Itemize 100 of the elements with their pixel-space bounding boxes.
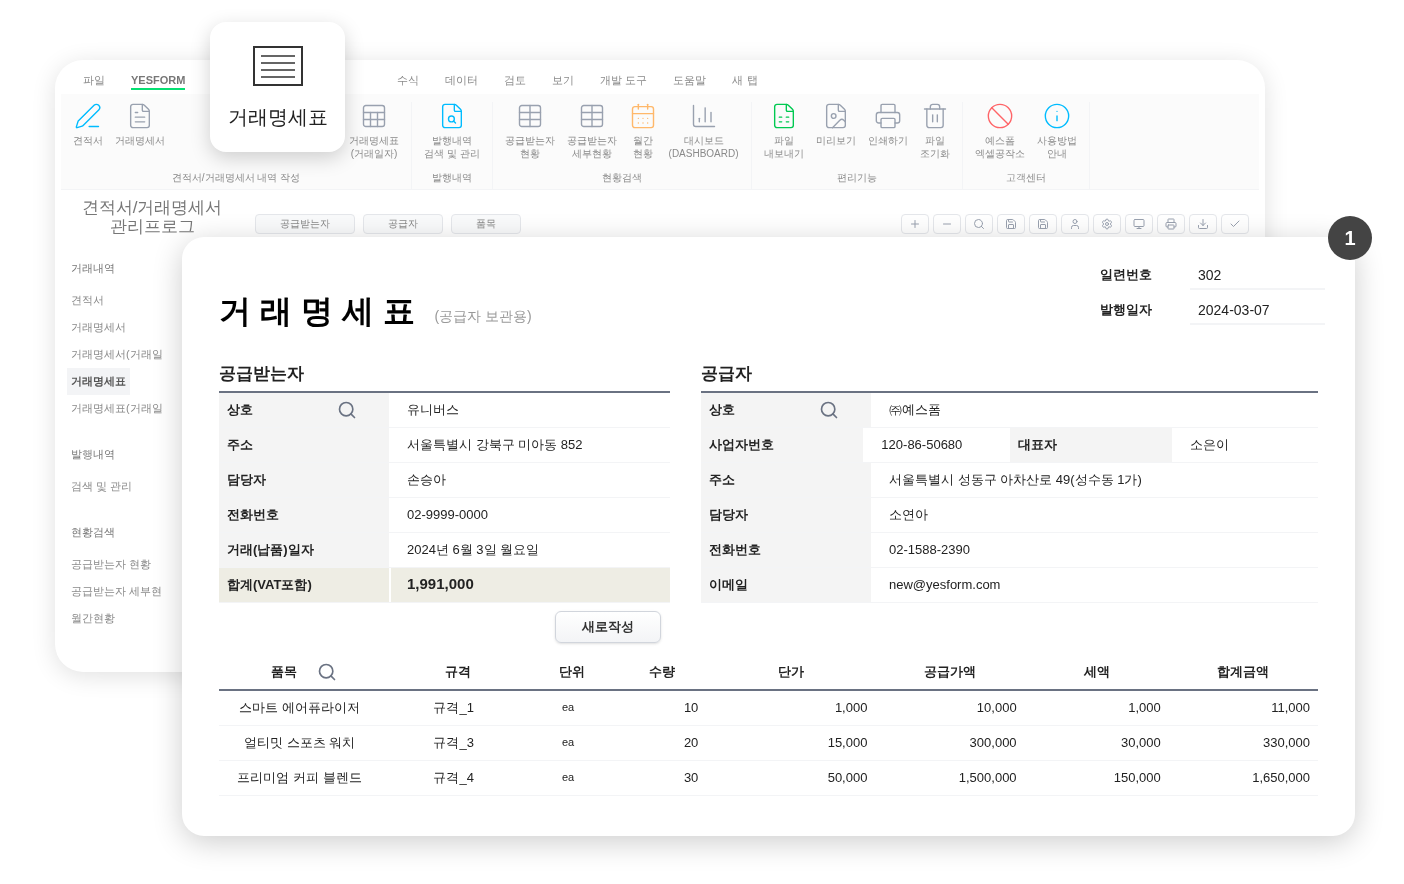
ribbon-button[interactable]: 공급받는자 세부현황 <box>562 102 621 160</box>
field-label: 대표자 <box>1017 435 1057 454</box>
sidebar-item[interactable]: 검색 및 관리 <box>67 473 137 500</box>
ribbon-button[interactable]: 견적서 <box>69 102 107 160</box>
toolbar-icon[interactable] <box>1125 214 1153 234</box>
sidebar-item[interactable]: 월간현황 <box>67 605 119 632</box>
field-label: 주소 <box>227 435 253 454</box>
sidebar-heading: 현황검색 <box>70 525 116 540</box>
table-cell-text: 1,000 <box>834 698 868 717</box>
ribbon-group-label: 발행내역 <box>430 171 473 185</box>
table-cell-text: 20 <box>683 733 699 752</box>
table-cell-text: 규격_1 <box>433 698 474 717</box>
table-cell-text: ea <box>561 735 575 751</box>
field-label: 전화번호 <box>227 505 279 524</box>
app-title: 견적서/거래명세서 관리프로그 <box>80 198 224 236</box>
table-cell-text: ea <box>561 700 575 716</box>
search-icon[interactable] <box>819 399 839 420</box>
info-icon <box>1042 102 1071 130</box>
table-cell-text: 10 <box>683 698 699 717</box>
step-badge: 1 <box>1328 216 1372 260</box>
sidebar-item[interactable]: 거래명세서(거래일 <box>67 341 167 368</box>
print-icon <box>873 102 902 130</box>
ribbon-button[interactable]: 거래명세표 (거래일자) <box>345 102 403 160</box>
document-title: 거 래 명 세 표 <box>219 295 415 327</box>
ribbon-tab[interactable]: YESFORM <box>131 72 186 90</box>
sidebar-item[interactable]: 견적서 <box>67 287 108 314</box>
field-label: 담당자 <box>227 470 266 489</box>
field-value: 1,991,000 <box>407 574 474 595</box>
field-value: 2024-03-07 <box>1190 294 1325 325</box>
table-cell-text: 1,000 <box>1128 698 1161 717</box>
ribbon-tab[interactable]: 보기 <box>552 72 575 90</box>
field-value: 2024년 6월 3일 월요일 <box>407 540 540 559</box>
sidebar-item[interactable]: 거래명세표(거래일 <box>67 395 167 422</box>
field-value: 소연아 <box>889 505 928 524</box>
toolbar-icon[interactable] <box>1221 214 1249 234</box>
field-value: 302 <box>1190 259 1325 290</box>
field-label: 발행일자 <box>1100 300 1153 319</box>
ribbon-button[interactable]: 사용방법 안내 <box>1032 102 1081 160</box>
ribbon-tab[interactable]: 새 탭 <box>732 72 758 90</box>
field-label: 사업자번호 <box>709 435 774 454</box>
ribbon-button[interactable]: 인쇄하기 <box>863 102 912 160</box>
field-value: 소은이 <box>1189 435 1229 454</box>
sidebar-item[interactable]: 거래명세표 <box>67 368 130 395</box>
field-label: 합계(VAT포함) <box>227 575 312 594</box>
column-header: 세액 <box>1083 662 1110 681</box>
ribbon-button[interactable]: 거래명세서 <box>111 102 169 160</box>
field-value: 02-9999-0000 <box>407 505 488 524</box>
toolbar-icon[interactable] <box>997 214 1025 234</box>
table-cell-text: 15,000 <box>827 733 868 752</box>
ribbon-tab[interactable]: 파일 <box>83 72 105 90</box>
column-header: 단위 <box>559 662 586 681</box>
toolbar-icon[interactable] <box>1157 214 1185 234</box>
ribbon-group-label: 견적서/거래명세서 내역 작성 <box>170 171 302 185</box>
table-cell-text: 11,000 <box>1271 698 1310 717</box>
table-cell-text: 1,500,000 <box>958 768 1017 787</box>
document-subtitle: (공급자 보관용) <box>434 307 532 326</box>
ribbon-button[interactable]: 발행내역 검색 및 관리 <box>420 102 484 160</box>
sidebar-heading: 거래내역 <box>70 261 116 276</box>
ribbon-button[interactable]: 미리보기 <box>811 102 860 160</box>
ribbon-button[interactable]: 대시보드 (DASHBOARD) <box>664 102 743 160</box>
table-cell-text: 330,000 <box>1263 733 1310 752</box>
field-label: 담당자 <box>709 505 748 524</box>
field-label: 주소 <box>709 470 735 489</box>
toolbar-tab[interactable]: 공급받는자 <box>255 214 355 234</box>
toolbar-tab[interactable]: 공급자 <box>363 214 443 234</box>
column-header: 규격 <box>444 662 471 681</box>
sidebar-item[interactable]: 거래명세서 <box>67 314 130 341</box>
ribbon-button[interactable]: 파일 조기화 <box>915 102 954 160</box>
toolbar-icon[interactable] <box>901 214 929 234</box>
new-button[interactable]: 새로작성 <box>555 610 661 643</box>
table-cell-text: 50,000 <box>827 768 868 787</box>
toolbar-icon[interactable] <box>965 214 993 234</box>
field-value: ㈜예스폼 <box>889 400 941 419</box>
ribbon-button[interactable]: 파일 내보내기 <box>759 102 808 160</box>
toolbar-icon[interactable] <box>1029 214 1057 234</box>
field-value: 유니버스 <box>407 400 459 419</box>
ribbon-button[interactable]: 월간 현황 <box>624 102 661 160</box>
ribbon-group-label: 고객센터 <box>1004 171 1047 185</box>
table-cell-text: 프리미엄 커피 블렌드 <box>237 768 362 787</box>
field-label: 거래(납품)일자 <box>227 540 314 559</box>
column-header: 합계금액 <box>1217 662 1270 681</box>
ribbon-tab[interactable]: 도움말 <box>673 72 707 90</box>
ribbon-tab[interactable]: 수식 <box>397 72 420 90</box>
sidebar-item[interactable]: 공급받는자 현황 <box>67 551 156 578</box>
ribbon-tab[interactable]: 개발 도구 <box>600 72 648 90</box>
ribbon-button[interactable]: 예스폼 엑셀공작소 <box>970 102 1029 160</box>
toolbar-icon[interactable] <box>1093 214 1121 234</box>
toolbar-icon[interactable] <box>1189 214 1217 234</box>
search-icon[interactable] <box>316 661 337 682</box>
pen-icon <box>74 102 102 130</box>
sidebar-item[interactable]: 공급받는자 세부현 <box>67 578 167 605</box>
ribbon-tab[interactable]: 데이터 <box>445 72 479 90</box>
table-cell-text: 얼티밋 스포츠 워치 <box>243 733 356 752</box>
toolbar-icon[interactable] <box>1061 214 1089 234</box>
table-cell-text: 스마트 에어퓨라이저 <box>239 698 360 717</box>
search-icon[interactable] <box>337 399 357 420</box>
ribbon-tab[interactable]: 검토 <box>504 72 527 90</box>
toolbar-tab[interactable]: 품목 <box>451 214 521 234</box>
toolbar-icon[interactable] <box>933 214 961 234</box>
ribbon-button[interactable]: 공급받는자 현황 <box>500 102 559 160</box>
